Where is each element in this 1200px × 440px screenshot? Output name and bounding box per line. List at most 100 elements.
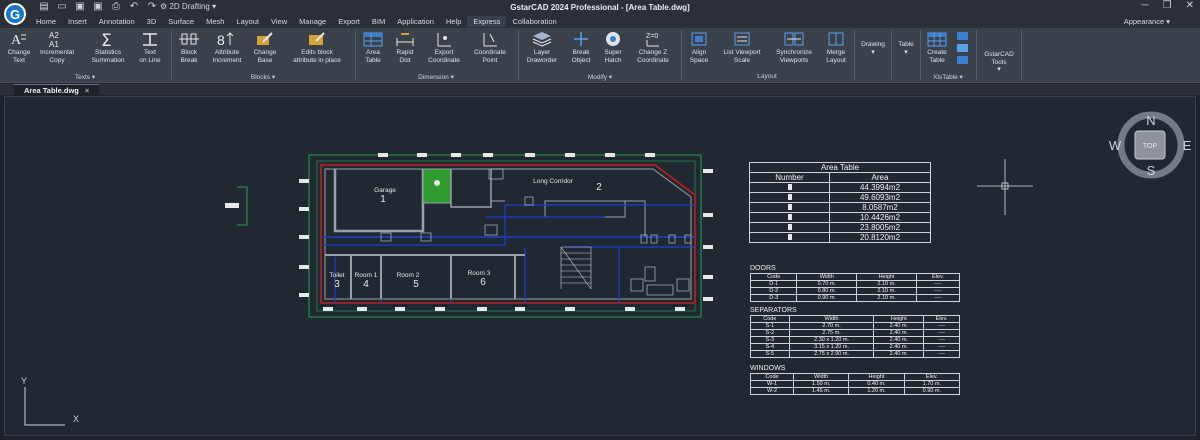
viewcube-top-label[interactable]: TOP: [1143, 143, 1158, 150]
doors-table[interactable]: Code Width Height Elev. D-1 0.70 m. 2.10 m. ---…: [749, 273, 961, 302]
room2-number: 5: [413, 279, 419, 290]
edit-attribute-icon: [283, 30, 351, 48]
modify-group-label[interactable]: Modify ▾: [520, 73, 680, 81]
compass-s-label[interactable]: S: [1147, 163, 1156, 178]
block-break-icon: [174, 30, 204, 48]
document-tab[interactable]: Area Table.dwg ×: [14, 84, 100, 95]
table-label: Table: [898, 41, 914, 48]
chevron-down-icon: ▾: [904, 48, 908, 56]
menu-tab-mesh[interactable]: Mesh: [200, 16, 230, 27]
close-icon[interactable]: ✕: [1186, 0, 1194, 11]
gstarcad-logo[interactable]: G: [4, 3, 26, 25]
list-viewport-scale-button[interactable]: List Viewport Scale: [716, 30, 768, 64]
table-row: S-3 2.30 x 1.20 m. 2.40 m. ----: [750, 336, 960, 344]
quick-access-toolbar: ▤ ▭ ▣ ▣ ⎙ ↶ ↷: [38, 1, 158, 12]
block-break-button[interactable]: Block Break: [174, 30, 204, 64]
change-z-coordinate-label: Change Z Coordinate: [637, 49, 669, 64]
table-cell: ----: [915, 287, 961, 295]
change-z-coordinate-button[interactable]: Z=0 Change Z Coordinate: [630, 30, 676, 64]
coordinate-point-label: Coordinate Point: [474, 49, 506, 64]
xlstable-group-label[interactable]: XlsTable ▾: [920, 73, 976, 81]
menu-tab-home[interactable]: Home: [30, 16, 62, 27]
compass-w-label[interactable]: W: [1109, 138, 1122, 153]
menu-tabs: Home Insert Annotation 3D Surface Mesh Layout V…: [30, 16, 563, 27]
gstarcad-tools-dropdown[interactable]: GstarCAD Tools ▾: [978, 30, 1020, 74]
ucs-icon: Y X: [21, 376, 79, 426]
xlstable-group-text: XlsTable: [933, 74, 958, 81]
synchronize-viewports-button[interactable]: Synchronize Viewports: [770, 30, 818, 64]
redo-icon[interactable]: ↷: [146, 1, 158, 12]
menu-tab-express[interactable]: Express: [467, 16, 507, 27]
change-base-button[interactable]: Change Base: [250, 30, 280, 64]
drawing-dropdown[interactable]: Drawing ▾: [856, 30, 890, 56]
undo-icon[interactable]: ↶: [128, 1, 140, 12]
merge-layout-label: Merge Layout: [826, 49, 846, 64]
save-icon[interactable]: ▣: [74, 1, 86, 12]
table-icon: [893, 30, 919, 40]
separators-title: SEPARATORS: [750, 307, 797, 314]
statistics-summation-label: Statistics Summation: [91, 49, 125, 64]
incremental-copy-button[interactable]: A2 A1 Incremental Copy: [37, 30, 77, 64]
floor-plan[interactable]: Garage 1 Long Corridor 2 Toilet 3 Room 1…: [299, 153, 713, 318]
layer-draworder-button[interactable]: Layer Draworder: [522, 30, 562, 64]
statistics-summation-button[interactable]: Σ Statistics Summation: [86, 30, 130, 64]
number-swatch-icon: [787, 214, 792, 220]
menu-tab-surface[interactable]: Surface: [162, 16, 200, 27]
menu-tab-insert[interactable]: Insert: [62, 16, 93, 27]
table-cell: 1.50 m.: [793, 380, 850, 388]
coordinate-point-button[interactable]: Coordinate Point: [468, 30, 512, 64]
super-hatch-button[interactable]: Super Hatch: [598, 30, 628, 64]
close-icon[interactable]: ×: [85, 86, 89, 95]
table-dropdown[interactable]: Table ▾: [893, 30, 919, 56]
menu-tab-bim[interactable]: BIM: [366, 16, 391, 27]
texts-group-label[interactable]: Texts ▾: [0, 73, 170, 81]
change-text-button[interactable]: A Change Text: [3, 30, 35, 64]
synchronize-viewports-icon: [770, 30, 818, 48]
table-header-cell: Width: [793, 373, 850, 381]
table-cell: 0.90 m.: [903, 387, 961, 395]
menu-tab-export[interactable]: Export: [332, 16, 366, 27]
workspace-selector[interactable]: ⚙ 2D Drafting ▾: [160, 2, 216, 11]
windows-table[interactable]: Code Width Height Elev. W-1 1.50 m. 0.40 m. 1.7…: [749, 373, 961, 395]
menu-tab-layout[interactable]: Layout: [230, 16, 265, 27]
menu-tab-help[interactable]: Help: [440, 16, 467, 27]
area-number-cell: [749, 222, 830, 233]
print-icon[interactable]: ⎙: [110, 1, 122, 12]
menu-tab-view[interactable]: View: [265, 16, 293, 27]
minimize-icon[interactable]: ─: [1142, 0, 1149, 11]
compass-e-label[interactable]: E: [1183, 138, 1192, 153]
open-folder-icon[interactable]: ▭: [56, 1, 68, 12]
workspace-label: 2D Drafting: [169, 2, 210, 11]
area-table-button[interactable]: Area Table: [358, 30, 388, 64]
drawing-canvas[interactable]: TOP N S E W Y X Garage 1 Long Corridor 2…: [4, 96, 1196, 436]
dimension-group-label[interactable]: Dimension ▾: [356, 73, 516, 81]
merge-layout-button[interactable]: Merge Layout: [820, 30, 852, 64]
table-row: 49.6093m2: [749, 192, 931, 203]
separators-table[interactable]: Code Width Height Elev. S-1 2.70 m. 2.40 m. ---…: [750, 315, 960, 358]
area-table[interactable]: Area Table Number Area 44.3994m2 49.6093m2…: [749, 162, 931, 243]
menu-tab-collaboration[interactable]: Collaboration: [506, 16, 562, 27]
compass-n-label[interactable]: N: [1146, 113, 1155, 128]
export-coordinate-button[interactable]: Export Coordinate: [422, 30, 466, 64]
text-on-line-button[interactable]: Text on Line: [134, 30, 166, 64]
rapid-dist-button[interactable]: Rapid Dist: [390, 30, 420, 64]
attribute-increment-button[interactable]: 8 Attribute Increment: [207, 30, 247, 64]
save-as-icon[interactable]: ▣: [92, 1, 104, 12]
change-text-label: Change Text: [7, 49, 31, 64]
new-file-icon[interactable]: ▤: [38, 1, 50, 12]
blocks-group-label[interactable]: Blocks ▾: [172, 73, 354, 81]
create-table-button[interactable]: Create Table: [922, 30, 952, 64]
break-object-button[interactable]: Break Object: [566, 30, 596, 64]
viewcube[interactable]: TOP N S E W: [1109, 111, 1192, 179]
menu-tab-manage[interactable]: Manage: [293, 16, 332, 27]
edit-block-attribute-button[interactable]: Edits block attribute in place: [283, 30, 351, 64]
drawing-svg[interactable]: TOP N S E W Y X Garage 1 Long Corridor 2…: [5, 97, 1195, 435]
align-space-button[interactable]: Align Space: [684, 30, 714, 64]
restore-icon[interactable]: ❐: [1163, 0, 1172, 11]
menu-tab-annotation[interactable]: Annotation: [93, 16, 141, 27]
table-row: S-4 3.15 x 1.20 m. 2.40 m. ----: [750, 343, 960, 351]
menu-tab-application[interactable]: Application: [391, 16, 440, 27]
list-viewport-scale-label: List Viewport Scale: [723, 49, 761, 64]
appearance-menu[interactable]: Appearance ▾: [1124, 17, 1170, 26]
menu-tab-3d[interactable]: 3D: [141, 16, 163, 27]
